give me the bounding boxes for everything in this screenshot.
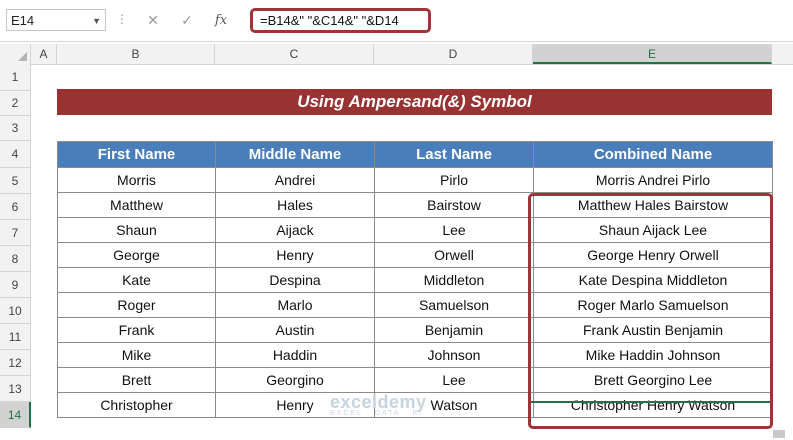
cell-middle-name[interactable]: Marlo bbox=[215, 292, 375, 318]
row-header-active[interactable]: 14 bbox=[0, 402, 31, 428]
row-header[interactable]: 10 bbox=[0, 298, 31, 324]
row-header[interactable]: 7 bbox=[0, 220, 31, 246]
cell-last-name[interactable]: Benjamin bbox=[374, 317, 534, 343]
chevron-down-icon[interactable]: ▼ bbox=[92, 10, 101, 32]
column-header-b[interactable]: B bbox=[57, 44, 215, 64]
cell-combined-name[interactable]: Morris Andrei Pirlo bbox=[533, 167, 773, 193]
formula-buttons: ✕ ✓ fx bbox=[136, 9, 238, 31]
cell-first-name[interactable]: Morris bbox=[57, 167, 216, 193]
name-box-value: E14 bbox=[11, 13, 35, 28]
cell-first-name[interactable]: Matthew bbox=[57, 192, 216, 218]
column-header-d[interactable]: D bbox=[374, 44, 533, 64]
cell-middle-name[interactable]: Georgino bbox=[215, 367, 375, 393]
column-header-row: A B C D E bbox=[0, 44, 793, 65]
cell-first-name[interactable]: Frank bbox=[57, 317, 216, 343]
row-header[interactable]: 9 bbox=[0, 272, 31, 298]
cell-first-name[interactable]: Mike bbox=[57, 342, 216, 368]
row-header[interactable]: 13 bbox=[0, 376, 31, 402]
enter-icon[interactable]: ✓ bbox=[170, 12, 204, 29]
result-highlight-box bbox=[528, 193, 773, 429]
cell-last-name[interactable]: Pirlo bbox=[374, 167, 534, 193]
cell-middle-name[interactable]: Despina bbox=[215, 267, 375, 293]
table-row: Morris Andrei Pirlo Morris Andrei Pirlo bbox=[57, 167, 773, 193]
column-header-c[interactable]: C bbox=[215, 44, 374, 64]
header-combined-name[interactable]: Combined Name bbox=[533, 141, 773, 168]
select-all-corner[interactable] bbox=[0, 44, 31, 64]
cell-first-name[interactable]: George bbox=[57, 242, 216, 268]
cell-middle-name[interactable]: Haddin bbox=[215, 342, 375, 368]
select-all-icon bbox=[18, 52, 27, 61]
cell-middle-name[interactable]: Hales bbox=[215, 192, 375, 218]
row-header[interactable]: 11 bbox=[0, 324, 31, 350]
cell-first-name[interactable]: Kate bbox=[57, 267, 216, 293]
header-first-name[interactable]: First Name bbox=[57, 141, 216, 168]
cell-first-name[interactable]: Shaun bbox=[57, 217, 216, 243]
name-box[interactable]: E14 ▼ bbox=[6, 9, 106, 31]
cell-first-name[interactable]: Brett bbox=[57, 367, 216, 393]
cell-middle-name[interactable]: Aijack bbox=[215, 217, 375, 243]
row-header[interactable]: 2 bbox=[0, 91, 31, 116]
watermark-brand: exceldemy bbox=[330, 392, 427, 412]
row-header[interactable]: 5 bbox=[0, 168, 31, 194]
cell-last-name[interactable]: Middleton bbox=[374, 267, 534, 293]
sheet-title: Using Ampersand(&) Symbol bbox=[57, 89, 772, 115]
cell-last-name[interactable]: Lee bbox=[374, 217, 534, 243]
cell-first-name[interactable]: Christopher bbox=[57, 392, 216, 418]
formula-input[interactable]: =B14&" "&C14&" "&D14 bbox=[250, 8, 431, 33]
row-header[interactable]: 3 bbox=[0, 116, 31, 141]
column-header-e[interactable]: E bbox=[533, 44, 772, 64]
active-cell-indicator bbox=[531, 401, 770, 403]
cell-middle-name[interactable]: Andrei bbox=[215, 167, 375, 193]
cancel-icon[interactable]: ✕ bbox=[136, 12, 170, 29]
formula-bar: E14 ▼ ⋮ ✕ ✓ fx =B14&" "&C14&" "&D14 bbox=[0, 0, 793, 42]
row-header[interactable]: 12 bbox=[0, 350, 31, 376]
watermark-logo: exceldemy EXCEL · DATA · BI bbox=[330, 392, 427, 417]
cell-middle-name[interactable]: Henry bbox=[215, 242, 375, 268]
row-header[interactable]: 4 bbox=[0, 141, 31, 168]
row-header[interactable]: 1 bbox=[0, 64, 31, 91]
cell-first-name[interactable]: Roger bbox=[57, 292, 216, 318]
column-header-a[interactable]: A bbox=[31, 44, 57, 64]
resize-handle[interactable]: ⋮ bbox=[116, 12, 128, 26]
cell-last-name[interactable]: Bairstow bbox=[374, 192, 534, 218]
cell-last-name[interactable]: Lee bbox=[374, 367, 534, 393]
row-header[interactable]: 8 bbox=[0, 246, 31, 272]
row-header[interactable]: 6 bbox=[0, 194, 31, 220]
scrollbar-corner[interactable] bbox=[773, 430, 785, 438]
cell-last-name[interactable]: Orwell bbox=[374, 242, 534, 268]
insert-function-icon[interactable]: fx bbox=[204, 13, 238, 28]
cell-middle-name[interactable]: Austin bbox=[215, 317, 375, 343]
cell-last-name[interactable]: Samuelson bbox=[374, 292, 534, 318]
table-header-row: First Name Middle Name Last Name Combine… bbox=[57, 141, 773, 168]
header-last-name[interactable]: Last Name bbox=[374, 141, 534, 168]
cell-last-name[interactable]: Johnson bbox=[374, 342, 534, 368]
header-middle-name[interactable]: Middle Name bbox=[215, 141, 375, 168]
watermark-tagline: EXCEL · DATA · BI bbox=[330, 410, 423, 417]
